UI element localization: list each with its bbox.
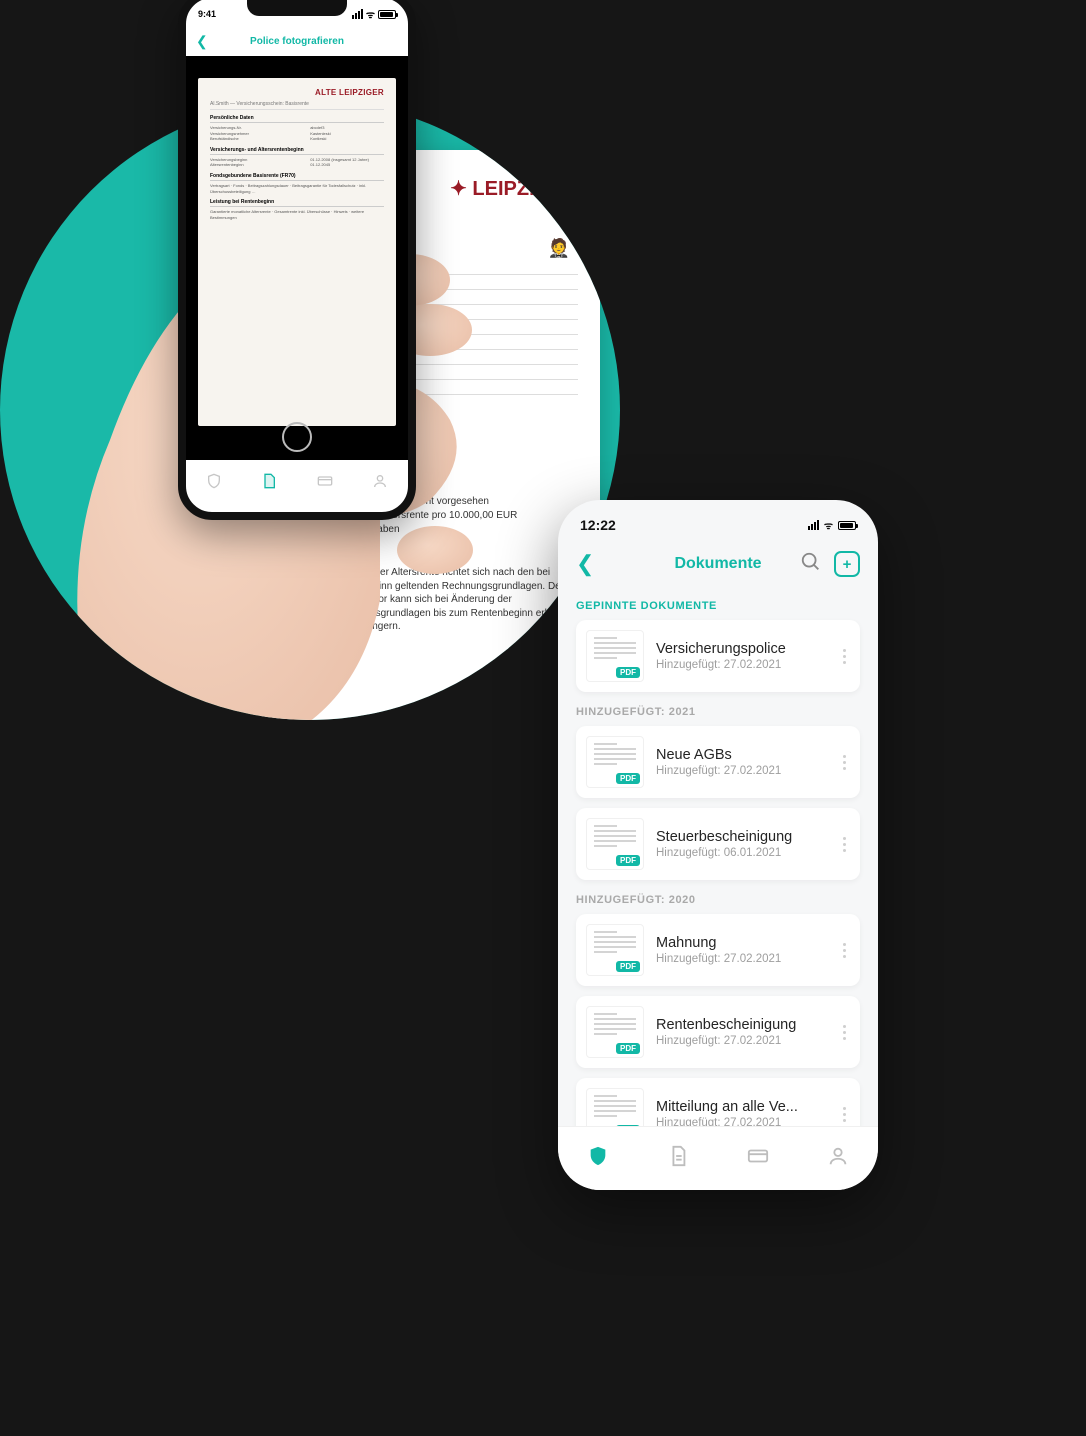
scanned-document-preview: ALTE LEIPZIGER Al.Smith — Versicherungss… bbox=[198, 78, 396, 426]
document-title: Rentenbescheinigung bbox=[656, 1017, 827, 1033]
pdf-badge-icon: PDF bbox=[616, 773, 640, 784]
doc-title-line: Al.Smith — Versicherungsschein: Basisren… bbox=[210, 101, 384, 110]
pdf-badge-icon: PDF bbox=[616, 1043, 640, 1054]
tab-shield[interactable] bbox=[206, 473, 222, 494]
add-document-button[interactable]: + bbox=[834, 551, 860, 577]
status-time: 12:22 bbox=[580, 517, 616, 533]
tab-bar bbox=[558, 1126, 878, 1190]
back-button[interactable]: ❮ bbox=[196, 33, 208, 50]
tab-card[interactable] bbox=[317, 473, 333, 494]
status-time: 9:41 bbox=[198, 9, 216, 19]
document-meta: Hinzugefügt: 27.02.2021 bbox=[656, 953, 827, 965]
document-more-button[interactable] bbox=[839, 649, 850, 664]
document-card[interactable]: PDF Mahnung Hinzugefügt: 27.02.2021 bbox=[576, 914, 860, 986]
paper-text-line: 20,01 EUR bbox=[330, 552, 578, 566]
document-meta: Hinzugefügt: 27.02.2021 bbox=[656, 1035, 827, 1047]
document-more-button[interactable] bbox=[839, 837, 850, 852]
doc-value: Kontleski bbox=[310, 136, 384, 142]
document-card[interactable]: PDF Steuerbescheinigung Hinzugefügt: 06.01… bbox=[576, 808, 860, 880]
pdf-badge-icon: PDF bbox=[616, 667, 640, 678]
doc-paragraph: Garantierte monatliche Altersrente · Ges… bbox=[210, 209, 384, 220]
paper-text-line: Die Höhe der Altersrente richtet sich na… bbox=[330, 566, 578, 634]
document-title: Steuerbescheinigung bbox=[656, 829, 827, 845]
document-title: Neue AGBs bbox=[656, 747, 827, 763]
doc-section: Versicherungs- und Altersrentenbeginn bbox=[210, 147, 384, 155]
document-more-button[interactable] bbox=[839, 943, 850, 958]
back-button[interactable]: ❮ bbox=[576, 551, 594, 577]
document-more-button[interactable] bbox=[839, 1025, 850, 1040]
wifi-icon: ᯤ bbox=[824, 518, 833, 532]
document-thumbnail: PDF bbox=[586, 924, 644, 976]
doc-paragraph: Vertragsart · Fonds · Beitragszahlungsda… bbox=[210, 183, 384, 194]
phone-scan-screen: 9:41 ᯤ ❮ Police fotografieren ALTE LEIPZ… bbox=[178, 0, 416, 520]
search-button[interactable] bbox=[800, 551, 822, 578]
doc-section: Fondsgebundene Basisrente (FR70) bbox=[210, 173, 384, 181]
phone-documents-screen: 12:22 ᯤ ❮ Dokumente + GEPINNTE DOKUMENTE… bbox=[558, 500, 878, 1190]
document-meta: Hinzugefügt: 06.01.2021 bbox=[656, 847, 827, 859]
tab-shield[interactable] bbox=[587, 1145, 609, 1172]
document-title: Mahnung bbox=[656, 935, 827, 951]
document-card[interactable]: PDF Rentenbescheinigung Hinzugefügt: 27.02… bbox=[576, 996, 860, 1068]
tab-document[interactable] bbox=[667, 1145, 689, 1172]
tab-bar bbox=[186, 460, 408, 506]
document-title: Versicherungspolice bbox=[656, 641, 827, 657]
doc-field: Berufständische bbox=[210, 136, 300, 142]
document-thumbnail: PDF bbox=[586, 630, 644, 682]
tab-card[interactable] bbox=[747, 1145, 769, 1172]
doc-section: Persönliche Daten bbox=[210, 115, 384, 123]
nav-bar: ❮ Dokumente + bbox=[558, 542, 878, 586]
document-more-button[interactable] bbox=[839, 755, 850, 770]
battery-icon bbox=[378, 10, 396, 19]
document-meta: Hinzugefügt: 27.02.2021 bbox=[656, 765, 827, 777]
nav-bar: ❮ Police fotografieren bbox=[186, 26, 408, 56]
pdf-badge-icon: PDF bbox=[616, 961, 640, 972]
section-header-pinned: GEPINNTE DOKUMENTE bbox=[576, 600, 860, 612]
doc-section: Leistung bei Rentenbeginn bbox=[210, 199, 384, 207]
tab-document[interactable] bbox=[261, 473, 277, 494]
signal-icon bbox=[352, 9, 363, 19]
wifi-icon: ᯤ bbox=[366, 7, 375, 21]
paper-text-line: 20,81 EUR bbox=[330, 537, 578, 551]
documents-list[interactable]: GEPINNTE DOKUMENTE PDF Versicherungspolic… bbox=[558, 600, 878, 1150]
document-thumbnail: PDF bbox=[586, 818, 644, 870]
doc-company-logo: ALTE LEIPZIGER bbox=[315, 88, 384, 97]
document-card[interactable]: PDF Neue AGBs Hinzugefügt: 27.02.2021 bbox=[576, 726, 860, 798]
document-thumbnail: PDF bbox=[586, 736, 644, 788]
document-mascot-icon: 🤵 bbox=[548, 238, 570, 259]
page-title: Police fotografieren bbox=[186, 36, 408, 47]
section-header-2021: HINZUGEFÜGT: 2021 bbox=[576, 706, 860, 718]
status-bar: 12:22 ᯤ bbox=[558, 500, 878, 542]
camera-shutter-button[interactable] bbox=[282, 422, 312, 452]
tab-profile[interactable] bbox=[372, 473, 388, 494]
doc-field: Altersrentenbeginn bbox=[210, 162, 300, 168]
pdf-badge-icon: PDF bbox=[616, 855, 640, 866]
section-header-2020: HINZUGEFÜGT: 2020 bbox=[576, 894, 860, 906]
phone-notch bbox=[247, 0, 347, 16]
camera-viewfinder: ALTE LEIPZIGER Al.Smith — Versicherungss… bbox=[186, 56, 408, 460]
document-card[interactable]: PDF Versicherungspolice Hinzugefügt: 27.02… bbox=[576, 620, 860, 692]
signal-icon bbox=[808, 520, 819, 530]
tab-profile[interactable] bbox=[827, 1145, 849, 1172]
document-title: Mitteilung an alle Ve... bbox=[656, 1099, 827, 1115]
document-thumbnail: PDF bbox=[586, 1006, 644, 1058]
document-more-button[interactable] bbox=[839, 1107, 850, 1122]
document-meta: Hinzugefügt: 27.02.2021 bbox=[656, 659, 827, 671]
doc-value: 01.12.2045 bbox=[310, 162, 384, 168]
battery-icon bbox=[838, 521, 856, 530]
